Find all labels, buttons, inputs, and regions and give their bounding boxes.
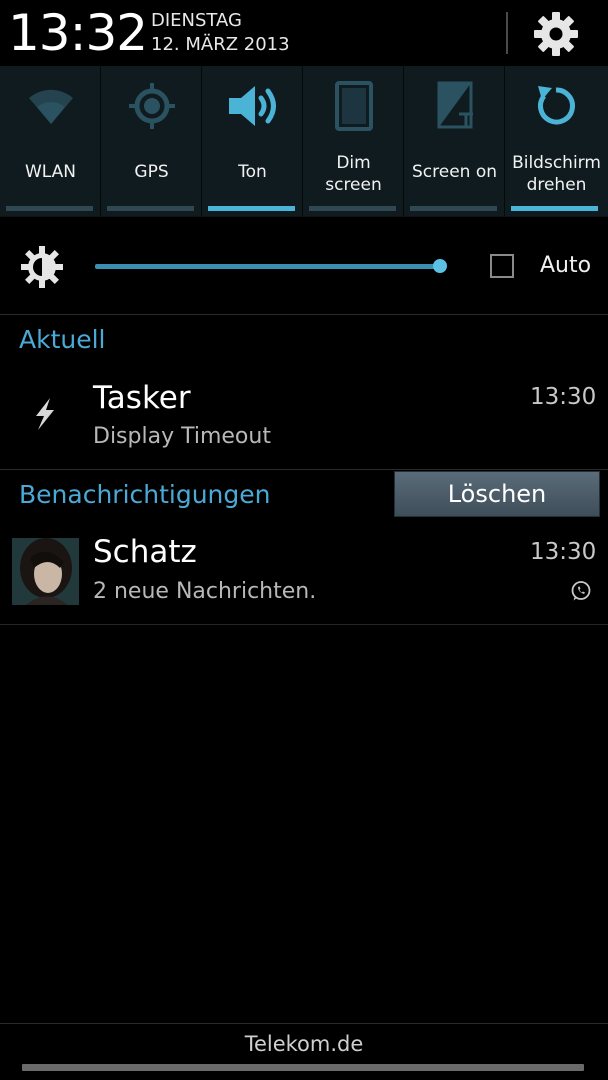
- drag-handle[interactable]: [22, 1064, 584, 1071]
- wifi-icon: [29, 89, 73, 124]
- auto-brightness-label: Auto: [540, 253, 592, 278]
- dim-screen-icon: [335, 81, 373, 131]
- toggle-label-line1: Dim: [336, 153, 371, 173]
- screen-on-icon: [437, 81, 473, 129]
- date-label: 12. MÄRZ 2013: [151, 34, 290, 55]
- clear-notifications-button[interactable]: Löschen: [394, 471, 600, 517]
- toggle-ton[interactable]: Ton: [202, 66, 303, 216]
- toggle-label: Ton: [238, 162, 267, 182]
- notification-time: 13:30: [530, 384, 597, 410]
- toggle-indicator: [410, 206, 497, 211]
- footer-divider: [0, 1023, 608, 1024]
- tasker-icon: [36, 398, 54, 430]
- toggle-label: GPS: [134, 162, 169, 182]
- toggle-label-line2: drehen: [526, 175, 587, 195]
- clock: 13:32: [8, 4, 148, 62]
- volume-icon: [229, 86, 276, 126]
- toggle-indicator: [309, 206, 396, 211]
- toggle-indicator: [6, 206, 93, 211]
- toggle-rotate[interactable]: Bildschirm drehen: [505, 66, 608, 216]
- gps-icon: [129, 83, 175, 129]
- brightness-icon: [21, 246, 63, 288]
- toggle-indicator: [107, 206, 194, 211]
- toggle-label: WLAN: [24, 162, 77, 182]
- header-divider: [506, 12, 508, 54]
- gear-icon[interactable]: [532, 10, 580, 58]
- notifications-section-header: Benachrichtigungen: [19, 480, 271, 509]
- divider: [0, 469, 608, 470]
- toggle-label-line2: screen: [325, 175, 382, 195]
- auto-brightness-checkbox[interactable]: [490, 254, 514, 278]
- toggle-dim-screen[interactable]: Dim screen: [303, 66, 404, 216]
- notification-title[interactable]: Schatz: [93, 534, 197, 570]
- toggle-screen-on[interactable]: Screen on: [404, 66, 505, 216]
- toggle-gps[interactable]: GPS: [101, 66, 202, 216]
- brightness-slider-track[interactable]: [95, 264, 441, 269]
- notification-time: 13:30: [530, 539, 597, 565]
- divider: [0, 624, 608, 625]
- whatsapp-icon: [571, 581, 591, 601]
- carrier-label: Telekom.de: [244, 1032, 364, 1056]
- toggle-indicator: [511, 206, 598, 211]
- ongoing-section-header: Aktuell: [19, 325, 106, 354]
- toggle-indicator: [208, 206, 295, 211]
- notification-title: Tasker: [93, 380, 191, 416]
- toggle-label-line1: Bildschirm: [512, 153, 601, 173]
- rotate-icon: [538, 86, 575, 125]
- notification-text: Display Timeout: [93, 424, 271, 449]
- toggle-label: Screen on: [411, 162, 498, 182]
- brightness-slider-thumb[interactable]: [433, 259, 447, 273]
- weekday-label: DIENSTAG: [151, 10, 242, 31]
- toggle-wlan[interactable]: WLAN: [0, 66, 101, 216]
- avatar: [12, 538, 79, 605]
- divider: [0, 314, 608, 315]
- quick-settings-panel: WLAN GPS Ton Dim screen Screen on Bildsc…: [0, 66, 608, 216]
- brightness-row: Auto: [0, 216, 608, 315]
- notification-text[interactable]: 2 neue Nachrichten.: [93, 579, 316, 605]
